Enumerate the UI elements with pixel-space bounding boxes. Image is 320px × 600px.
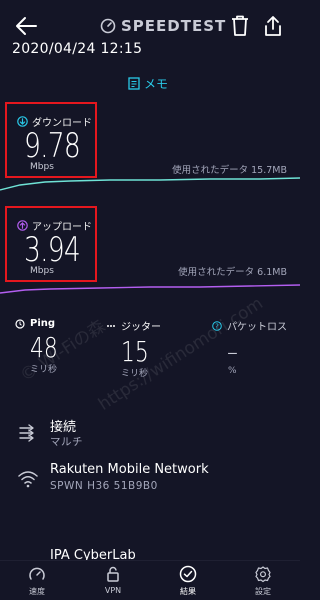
lock-icon	[107, 566, 119, 582]
trash-icon[interactable]	[230, 14, 250, 38]
memo-label: メモ	[144, 77, 169, 91]
network-name: Rakuten Mobile Network	[50, 462, 209, 477]
ping-stat: Ping 48 ミリ秒	[15, 318, 66, 375]
wifi-icon	[18, 471, 38, 488]
jitter-icon	[107, 324, 115, 327]
speedometer-icon	[29, 567, 45, 580]
download-unit: Mbps	[30, 162, 54, 172]
note-icon	[128, 77, 140, 90]
nav-vpn[interactable]: VPN	[88, 565, 138, 595]
multi-connection-icon	[19, 424, 34, 442]
nav-speed-label: 速度	[29, 587, 45, 596]
packet-loss-label: パケットロス	[227, 322, 287, 333]
nav-vpn-label: VPN	[104, 586, 122, 595]
jitter-label: ジッター	[121, 322, 161, 333]
svg-text:?: ?	[215, 322, 219, 330]
latency-stats: Ping 48 ミリ秒 ジッター 15 ミリ秒 ? パケットロス – %	[0, 318, 300, 382]
ping-value: 48	[30, 331, 58, 364]
upload-speed: 3.94	[24, 230, 81, 270]
share-icon[interactable]	[262, 14, 284, 38]
jitter-value: 15	[121, 335, 149, 368]
upload-unit: Mbps	[30, 266, 54, 276]
network-row: Rakuten Mobile Network SPWN H36 51B9B0	[0, 458, 300, 502]
check-circle-icon	[179, 565, 197, 583]
question-icon[interactable]: ?	[212, 320, 222, 331]
nav-speed[interactable]: 速度	[12, 565, 62, 597]
connection-row: 接続 マルチ	[0, 412, 300, 456]
result-datetime: 2020/04/24 12:15	[12, 41, 143, 57]
connection-type: マルチ	[50, 436, 83, 448]
network-detail: SPWN H36 51B9B0	[50, 480, 158, 492]
bottom-navigation: 速度 VPN 結果 設定	[0, 560, 300, 600]
connection-title: 接続	[50, 420, 77, 435]
jitter-stat: ジッター 15 ミリ秒	[106, 318, 161, 379]
upload-graph	[0, 284, 300, 294]
ping-label: Ping	[30, 318, 56, 329]
memo-button[interactable]: メモ	[128, 75, 168, 92]
speedometer-logo-icon	[100, 18, 116, 34]
packet-loss-value: –	[227, 335, 238, 368]
download-speed: 9.78	[24, 126, 81, 166]
nav-results-label: 結果	[180, 587, 196, 596]
upload-data-used: 使用されたデータ 6.1MB	[178, 267, 287, 278]
download-graph	[0, 177, 300, 191]
upload-result: アップロード 3.94 Mbps	[5, 206, 97, 282]
speedtest-logo: SPEEDTEST	[100, 16, 230, 36]
nav-results[interactable]: 結果	[163, 565, 213, 597]
packet-loss-stat: ? パケットロス – %	[212, 318, 287, 376]
nav-settings[interactable]: 設定	[238, 565, 288, 597]
brand-name: SPEEDTEST	[121, 17, 227, 35]
download-result: ダウンロード 9.78 Mbps	[5, 102, 97, 178]
back-arrow-icon[interactable]	[14, 15, 38, 37]
ping-icon	[15, 318, 25, 329]
gear-icon	[255, 566, 271, 583]
nav-settings-label: 設定	[255, 587, 271, 596]
